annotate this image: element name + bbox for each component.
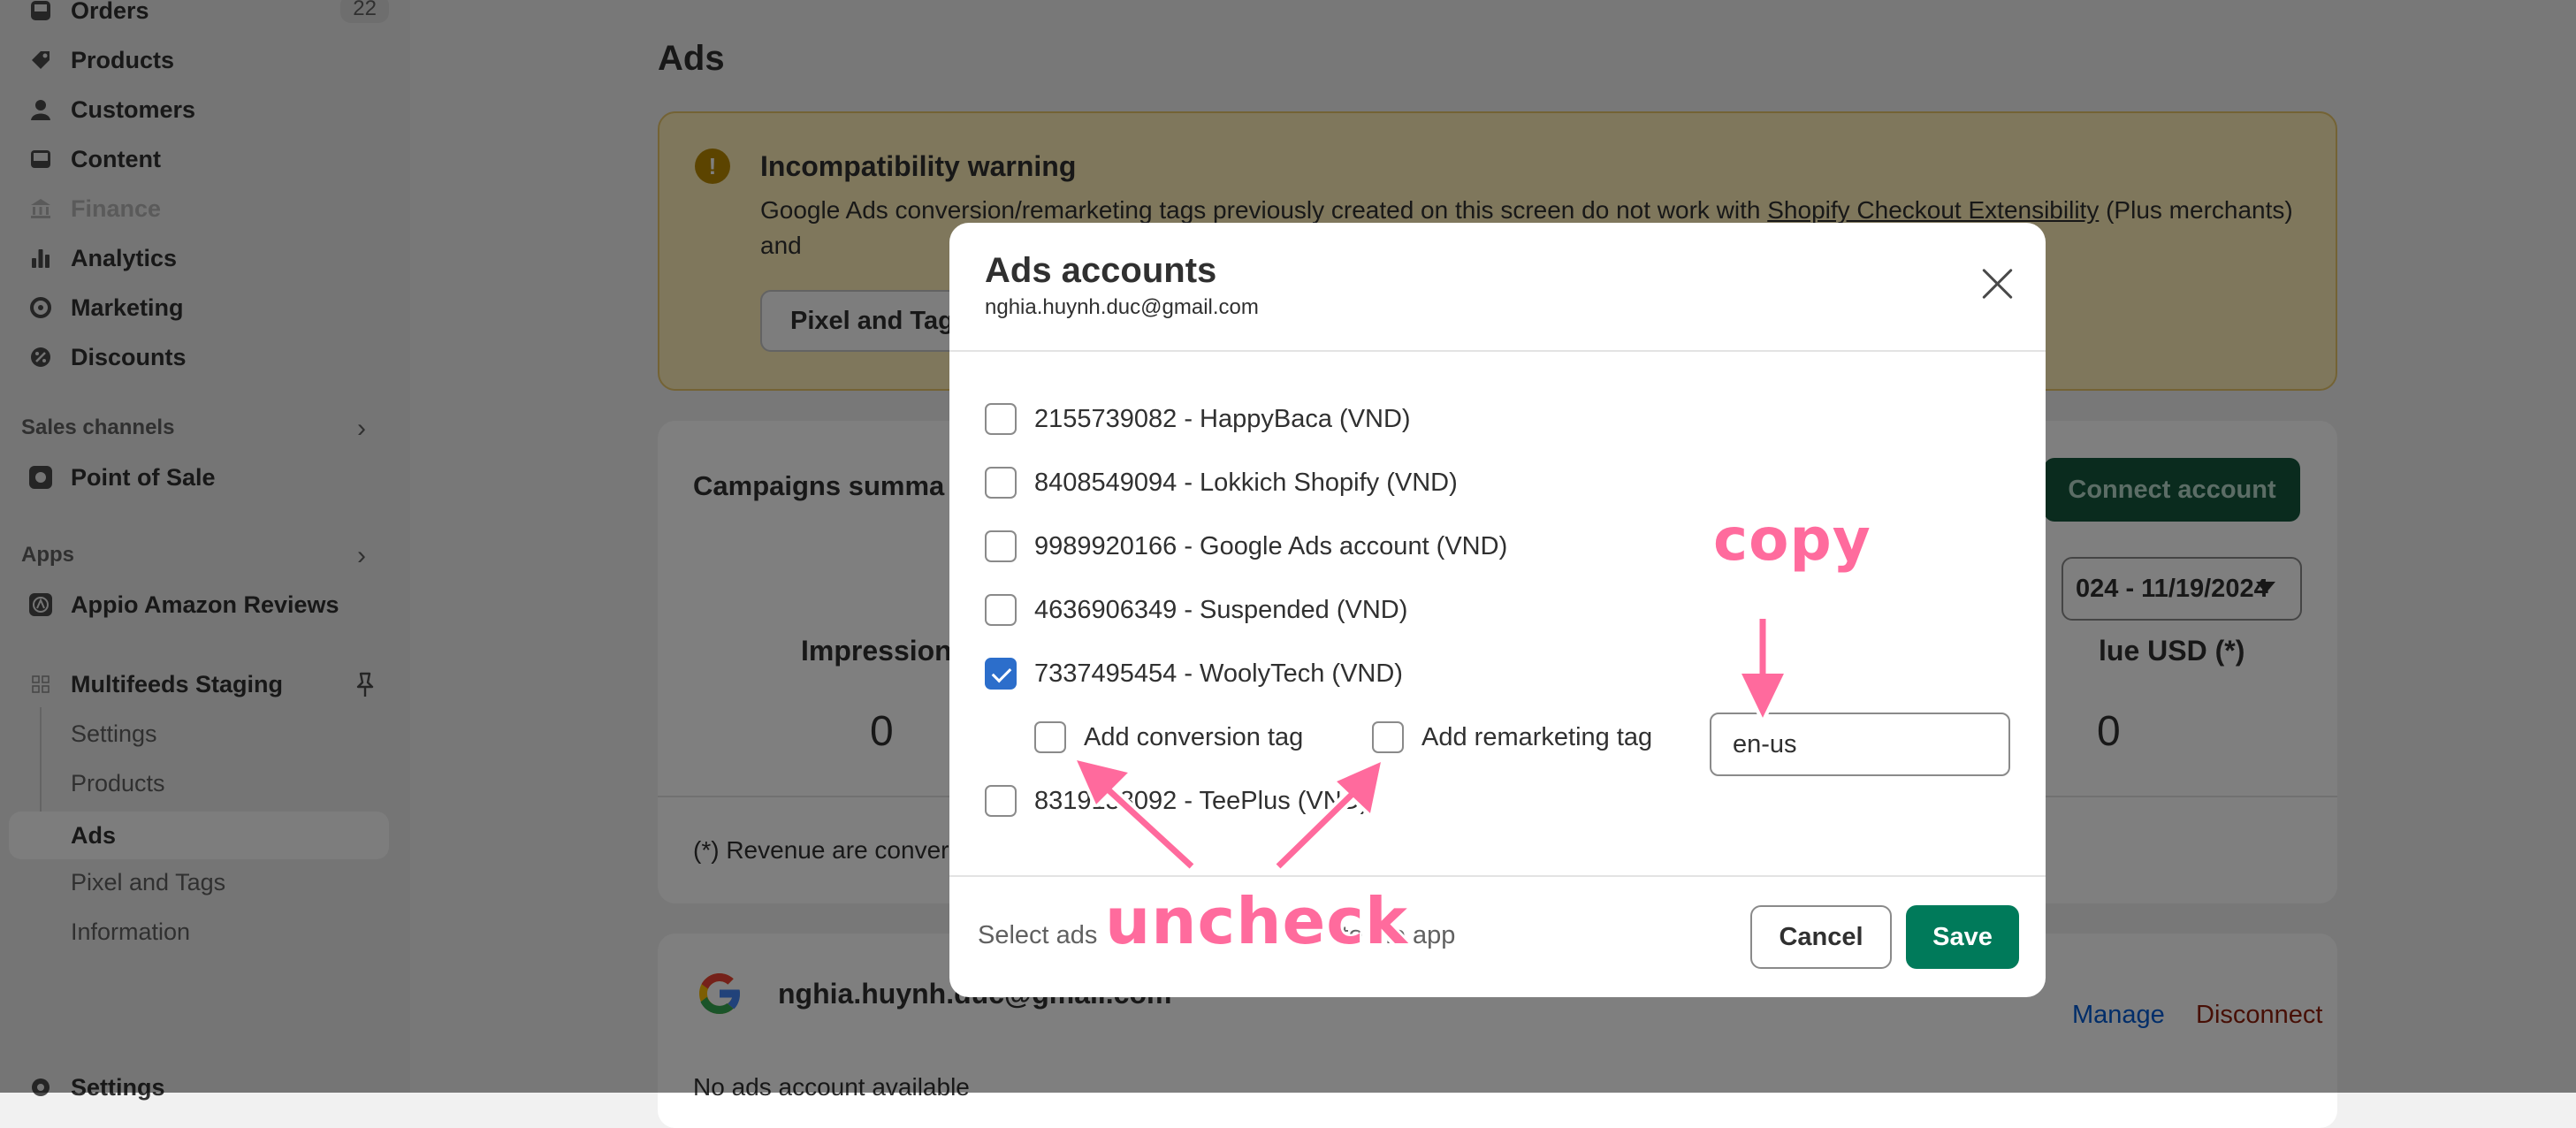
account-option[interactable]: 8319138092 - TeePlus (VND) xyxy=(985,783,1368,819)
uncheck-annotation: uncheck xyxy=(1105,884,1408,958)
account-option[interactable]: 4636906349 - Suspended (VND) xyxy=(985,592,1407,628)
account-label: 2155739082 - HappyBaca (VND) xyxy=(1034,404,1411,433)
account-option[interactable]: 9989920166 - Google Ads account (VND) xyxy=(985,529,1507,564)
remarketing-tag-label: Add remarketing tag xyxy=(1421,722,1653,751)
account-checkbox[interactable] xyxy=(985,594,1017,626)
account-checkbox[interactable] xyxy=(985,467,1017,499)
modal-subtitle: nghia.huynh.duc@gmail.com xyxy=(985,295,1259,319)
account-checkbox-checked[interactable] xyxy=(985,658,1017,690)
modal-title: Ads accounts xyxy=(985,251,1217,290)
divider xyxy=(949,350,2046,352)
account-checkbox[interactable] xyxy=(985,403,1017,435)
close-icon[interactable] xyxy=(1975,262,2019,306)
account-label: 8408549094 - Lokkich Shopify (VND) xyxy=(1034,468,1458,497)
cancel-button[interactable]: Cancel xyxy=(1750,905,1892,969)
account-option[interactable]: 8408549094 - Lokkich Shopify (VND) xyxy=(985,465,1458,500)
account-label: 9989920166 - Google Ads account (VND) xyxy=(1034,531,1508,560)
conversion-tag-label: Add conversion tag xyxy=(1084,722,1304,751)
ads-accounts-modal: Ads accounts nghia.huynh.duc@gmail.com 2… xyxy=(949,223,2046,997)
copy-annotation: copy xyxy=(1713,506,1871,574)
footer-text-start: Select ads xyxy=(978,921,1098,949)
account-label: 4636906349 - Suspended (VND) xyxy=(1034,595,1408,624)
language-input[interactable]: en-us xyxy=(1710,713,2010,776)
account-checkbox[interactable] xyxy=(985,530,1017,562)
conversion-tag-option[interactable]: Add conversion tag xyxy=(1034,720,1303,755)
remarketing-tag-option[interactable]: Add remarketing tag xyxy=(1372,720,1652,755)
account-option[interactable]: 7337495454 - WoolyTech (VND) xyxy=(985,656,1403,691)
remarketing-tag-checkbox[interactable] xyxy=(1372,721,1404,753)
account-option[interactable]: 2155739082 - HappyBaca (VND) xyxy=(985,401,1411,437)
account-label: 8319138092 - TeePlus (VND) xyxy=(1034,786,1369,815)
divider xyxy=(949,875,2046,877)
conversion-tag-checkbox[interactable] xyxy=(1034,721,1066,753)
account-label: 7337495454 - WoolyTech (VND) xyxy=(1034,659,1403,688)
account-checkbox[interactable] xyxy=(985,785,1017,817)
save-button[interactable]: Save xyxy=(1906,905,2019,969)
